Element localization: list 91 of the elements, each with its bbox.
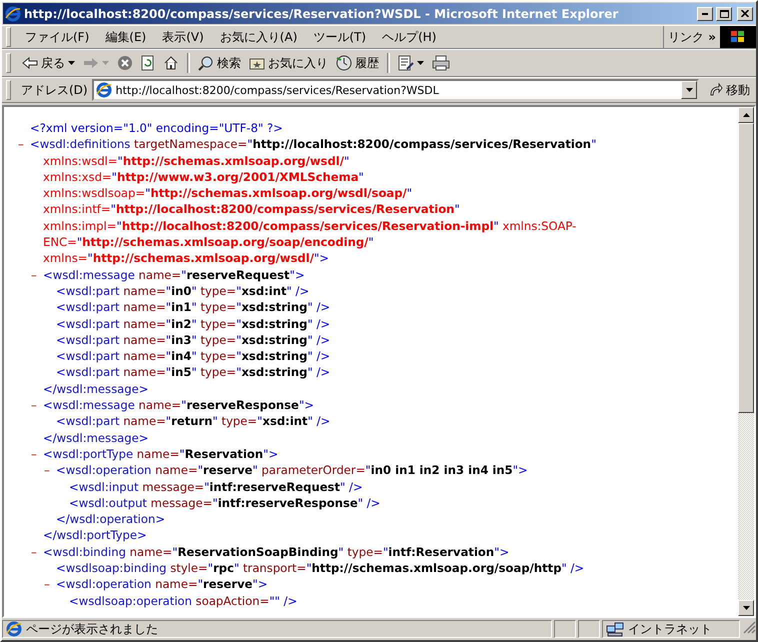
scroll-down-button[interactable] — [738, 600, 754, 616]
chevron-button[interactable]: » — [708, 30, 720, 44]
collapse-toggle[interactable]: – — [31, 446, 37, 461]
xml-line: xmlns:intf="http://localhost:8200/compass/services/Reservation" — [43, 201, 460, 218]
maximize-button[interactable] — [716, 6, 732, 20]
scroll-thumb[interactable] — [738, 123, 754, 413]
xml-line: ENC="http://schemas.xmlsoap.org/soap/encoding/" — [43, 234, 374, 250]
xml-line: <wsdl:part name="in4" type="xsd:string" /> — [56, 348, 330, 364]
xml-line: xmlns="http://schemas.xmlsoap.org/wsdl/"> — [43, 250, 329, 267]
home-icon — [163, 55, 179, 71]
resize-grip-icon — [742, 620, 756, 634]
close-button[interactable] — [737, 6, 753, 20]
go-button[interactable]: 移動 — [703, 82, 756, 98]
close-icon — [741, 10, 749, 17]
xml-line: <wsdl:part name="return" type="xsd:int" /> — [56, 413, 330, 430]
xml-line: <wsdl:message name="reserveResponse"> — [43, 397, 314, 414]
vertical-scrollbar[interactable] — [738, 107, 754, 616]
browser-icon — [5, 6, 21, 22]
xml-line: <wsdl:definitions targetNamespace="http://localhost:8200/compass/services/Reservation" — [30, 136, 596, 153]
collapse-toggle[interactable]: – — [18, 137, 24, 152]
xml-line: <?xml version="1.0" encoding="UTF-8" ?> — [30, 120, 283, 136]
xml-line: <wsdlsoap:operation soapAction="" /> — [69, 592, 298, 609]
xml-line: </wsdl:message> — [43, 380, 148, 398]
xml-line: </wsdl:portType> — [43, 527, 147, 544]
xml-line: <wsdl:part name="in1" type="xsd:string" /> — [56, 299, 330, 316]
toolbar-grip[interactable] — [6, 80, 11, 100]
history-icon — [336, 55, 352, 71]
menu-item[interactable]: お気に入り(A) — [212, 28, 306, 46]
up-arrow-icon — [742, 113, 750, 117]
xml-line: <wsdl:operation name="reserve" parameterOrder="in0 in1 in2 in3 in4 in5"> — [56, 462, 528, 479]
status-pane — [578, 620, 600, 638]
caret-icon — [686, 88, 692, 92]
forward-arrow-icon — [83, 56, 99, 70]
search-button[interactable]: 検索 — [195, 52, 244, 74]
xml-line: <wsdl:binding name="ReservationSoapBinding" type="intf:Reservation"> — [43, 544, 510, 560]
down-arrow-icon — [742, 606, 750, 610]
address-field[interactable]: http://localhost:8200/compass/services/Reservation?WSDL — [92, 79, 699, 101]
network-computers-icon — [606, 621, 624, 637]
minimize-icon — [702, 12, 708, 14]
xml-line: <wsdl:part name="in2" type="xsd:string" /> — [56, 316, 330, 332]
menu-item[interactable]: 編集(E) — [97, 28, 154, 46]
back-button[interactable]: 戻る — [19, 52, 78, 74]
xml-line: <wsdl:input message="intf:reserveRequest" /> — [69, 478, 363, 495]
xml-line: xmlns:xsd="http://www.w3.org/2001/XMLSchema" — [43, 168, 364, 186]
page-icon — [6, 621, 22, 637]
collapse-toggle[interactable]: – — [31, 268, 37, 282]
favorites-button[interactable]: お気に入り — [246, 52, 331, 74]
xml-line: xmlns:wsdlsoap="http://schemas.xmlsoap.org/wsdl/soap/" — [43, 185, 412, 202]
refresh-icon — [141, 55, 155, 71]
search-icon — [198, 55, 214, 71]
minimize-button[interactable] — [697, 6, 713, 20]
xml-line: <wsdl:part name="in0" type="xsd:int" /> — [56, 282, 310, 300]
xml-line: xmlns:impl="http://localhost:8200/compass/services/Reservation-impl" xmlns:SOAP- — [43, 218, 576, 234]
page-icon — [96, 82, 112, 98]
status-text: ページが表示されました — [26, 620, 158, 638]
scroll-up-button[interactable] — [738, 107, 754, 123]
printer-icon — [432, 55, 450, 71]
collapse-toggle[interactable]: – — [31, 544, 37, 559]
xml-line: </wsdl:operation> — [56, 511, 166, 528]
dropdown-button[interactable] — [681, 81, 697, 99]
document-edit-icon — [398, 55, 414, 71]
toolbar-grip[interactable] — [6, 27, 11, 47]
maximize-icon — [720, 10, 728, 18]
menu-item[interactable]: ヘルプ(H) — [374, 28, 444, 46]
address-text: http://localhost:8200/compass/services/Reservation?WSDL — [116, 84, 440, 96]
xml-line: <wsdl:operation name="reserve"> — [56, 576, 268, 593]
toolbar-grip[interactable] — [6, 53, 11, 73]
go-arrow-icon — [709, 83, 723, 97]
xml-line: <wsdlsoap:binding style="rpc" transport="http://schemas.xmlsoap.org/soap/http" /> — [56, 560, 584, 576]
flag-icon — [730, 30, 746, 44]
collapse-toggle[interactable]: – — [44, 577, 50, 592]
xml-line: <wsdl:part name="in3" type="xsd:string" /> — [56, 332, 330, 348]
xml-line: <wsdl:portType name="Reservation"> — [43, 446, 278, 462]
menu-item[interactable]: ツール(T) — [305, 28, 374, 46]
menu-item[interactable]: 表示(V) — [154, 28, 212, 46]
links-label[interactable]: リンク — [668, 28, 704, 46]
xml-line: <wsdl:output message="intf:reserveResponse" /> — [69, 494, 380, 512]
menu-item[interactable]: ファイル(F) — [17, 28, 98, 46]
collapse-toggle[interactable]: – — [31, 398, 37, 412]
xml-line: </wsdl:message> — [43, 430, 148, 446]
window-title: http://localhost:8200/compass/services/Reservation?WSDL - Microsoft Internet Explorer — [24, 6, 620, 20]
address-label: アドレス(D) — [21, 82, 88, 98]
back-arrow-icon — [22, 56, 38, 70]
history-button[interactable]: 履歴 — [333, 52, 382, 74]
collapse-toggle[interactable]: – — [44, 463, 50, 478]
xml-line: xmlns:wsdl="http://schemas.xmlsoap.org/wsdl/" — [43, 152, 350, 169]
status-pane — [554, 620, 576, 638]
xml-line: <wsdl:part name="in5" type="xsd:string" /> — [56, 364, 330, 381]
zone-text: イントラネット — [628, 620, 712, 638]
stop-icon — [117, 55, 133, 71]
xml-line: <wsdl:message name="reserveRequest"> — [43, 266, 305, 283]
